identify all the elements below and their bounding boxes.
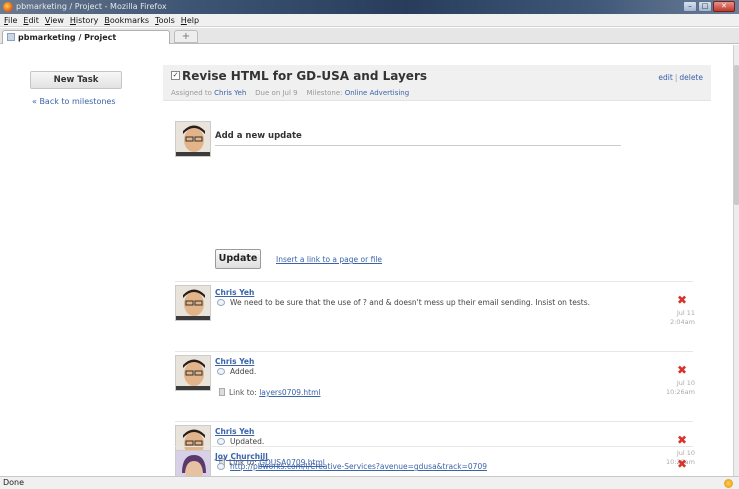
file-link-row: Link to: layers0709.html bbox=[219, 388, 320, 397]
avatar bbox=[175, 355, 211, 391]
update-text: We need to be sure that the use of ? and… bbox=[230, 298, 590, 307]
tab-pbmarketing-project[interactable]: pbmarketing / Project bbox=[2, 30, 170, 44]
firefox-icon bbox=[3, 2, 13, 12]
delete-update-icon[interactable]: ✖ bbox=[677, 433, 687, 447]
status-text: Done bbox=[3, 478, 25, 487]
assigned-prefix: Assigned to bbox=[171, 89, 212, 97]
divider bbox=[175, 446, 693, 447]
new-tab-button[interactable]: + bbox=[174, 30, 198, 43]
update-timestamp: Jul 11 2:04am bbox=[655, 309, 695, 327]
author-link[interactable]: Chris Yeh bbox=[215, 288, 254, 297]
update-textarea[interactable] bbox=[215, 147, 621, 247]
milestone-link[interactable]: Online Advertising bbox=[345, 89, 409, 97]
link-prefix: Link to: bbox=[229, 388, 257, 397]
avatar bbox=[175, 285, 211, 321]
menu-bookmarks[interactable]: Bookmarks bbox=[104, 14, 149, 26]
menu-file[interactable]: File bbox=[4, 14, 17, 26]
file-icon bbox=[219, 388, 225, 396]
author-link[interactable]: Joy Churchill bbox=[215, 452, 268, 461]
update-date: Jul 10 bbox=[676, 379, 695, 387]
comment-icon bbox=[217, 438, 225, 445]
menu-help[interactable]: Help bbox=[181, 14, 199, 26]
update-button[interactable]: Update bbox=[215, 249, 261, 269]
file-link[interactable]: layers0709.html bbox=[259, 388, 320, 397]
comment-icon bbox=[217, 463, 225, 470]
menu-edit[interactable]: Edit bbox=[23, 14, 39, 26]
new-task-button[interactable]: New Task bbox=[30, 71, 122, 89]
scroll-thumb[interactable] bbox=[734, 65, 739, 205]
delete-link[interactable]: delete bbox=[679, 73, 703, 82]
warning-icon[interactable] bbox=[724, 479, 733, 488]
tab-bar: pbmarketing / Project + bbox=[0, 28, 739, 44]
window-controls: – □ ✕ bbox=[683, 1, 735, 12]
delete-update-icon[interactable]: ✖ bbox=[677, 457, 687, 471]
edit-link[interactable]: edit bbox=[658, 73, 672, 82]
minimize-button[interactable]: – bbox=[683, 1, 697, 12]
back-to-milestones-link[interactable]: « Back to milestones bbox=[32, 97, 116, 106]
close-window-button[interactable]: ✕ bbox=[713, 1, 735, 12]
task-title: Revise HTML for GD-USA and Layers bbox=[182, 69, 427, 83]
composer-divider bbox=[215, 145, 621, 146]
insert-link[interactable]: Insert a link to a page or file bbox=[276, 255, 382, 264]
task-meta: Assigned to Chris Yeh Due on Jul 9 Miles… bbox=[171, 89, 409, 97]
task-actions: edit | delete bbox=[658, 73, 703, 82]
menu-history[interactable]: History bbox=[70, 14, 98, 26]
page-content: New Task « Back to milestones ✓ Revise H… bbox=[0, 45, 733, 476]
update-text: Updated. bbox=[230, 437, 265, 446]
update-time: 2:04am bbox=[670, 318, 695, 326]
tab-label: pbmarketing / Project bbox=[18, 33, 117, 42]
update-item: Joy Churchill http://pbworks.com/i/Creat… bbox=[163, 446, 711, 476]
divider bbox=[175, 351, 693, 352]
author-link[interactable]: Chris Yeh bbox=[215, 427, 254, 436]
divider bbox=[175, 281, 693, 282]
vertical-scrollbar[interactable] bbox=[733, 45, 739, 476]
update-text: Added. bbox=[230, 367, 257, 376]
avatar bbox=[175, 121, 211, 157]
task-checkbox[interactable]: ✓ bbox=[171, 71, 180, 80]
author-link[interactable]: Chris Yeh bbox=[215, 357, 254, 366]
update-time: 10:26am bbox=[665, 388, 695, 396]
composer-title: Add a new update bbox=[215, 131, 302, 141]
menu-tools[interactable]: Tools bbox=[155, 14, 175, 26]
favicon-icon bbox=[7, 33, 15, 41]
window-title: pbmarketing / Project - Mozilla Firefox bbox=[16, 2, 167, 11]
menu-view[interactable]: View bbox=[45, 14, 64, 26]
due-date: Due on Jul 9 bbox=[255, 89, 298, 97]
sidebar: New Task « Back to milestones bbox=[0, 45, 150, 476]
assignee-link[interactable]: Chris Yeh bbox=[214, 89, 246, 97]
task-header: ✓ Revise HTML for GD-USA and Layers Assi… bbox=[163, 65, 711, 101]
url-link[interactable]: http://pbworks.com/i/Creative-Services?a… bbox=[230, 462, 487, 471]
maximize-button[interactable]: □ bbox=[698, 1, 712, 12]
title-bar: pbmarketing / Project - Mozilla Firefox … bbox=[0, 0, 739, 14]
delete-update-icon[interactable]: ✖ bbox=[677, 293, 687, 307]
menu-bar: File Edit View History Bookmarks Tools H… bbox=[0, 14, 739, 27]
task-panel: ✓ Revise HTML for GD-USA and Layers Assi… bbox=[163, 65, 711, 476]
status-bar: Done bbox=[0, 476, 739, 489]
divider bbox=[175, 421, 693, 422]
delete-update-icon[interactable]: ✖ bbox=[677, 363, 687, 377]
comment-icon bbox=[217, 299, 225, 306]
update-date: Jul 11 bbox=[676, 309, 695, 317]
avatar bbox=[175, 450, 211, 476]
update-timestamp: Jul 10 10:26am bbox=[655, 379, 695, 397]
milestone-prefix: Milestone: bbox=[306, 89, 343, 97]
comment-icon bbox=[217, 368, 225, 375]
